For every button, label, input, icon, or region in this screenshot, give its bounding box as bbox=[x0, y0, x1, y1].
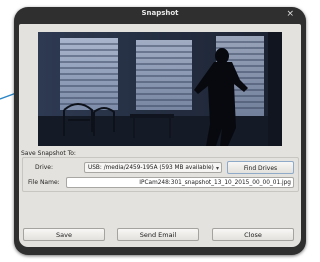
file-name-label: File Name: bbox=[28, 179, 60, 186]
dialog-title: Snapshot bbox=[141, 9, 179, 17]
title-bar[interactable]: Snapshot × bbox=[14, 7, 306, 23]
save-button[interactable]: Save bbox=[23, 228, 105, 241]
drive-label: Drive: bbox=[35, 164, 54, 171]
save-snapshot-heading: Save Snapshot To: bbox=[21, 150, 76, 157]
file-name-input[interactable]: IPCam248:301_snapshot_13_10_2015_00_00_0… bbox=[66, 177, 294, 188]
drive-select-value: USB: /media/2459-195A (593 MB available) bbox=[88, 165, 214, 171]
find-drives-button[interactable]: Find Drives bbox=[227, 161, 294, 174]
drive-select[interactable]: USB: /media/2459-195A (593 MB available)… bbox=[84, 162, 222, 173]
snapshot-preview-image bbox=[38, 32, 282, 146]
dialog-body: Save Snapshot To: Drive: USB: /media/245… bbox=[19, 24, 301, 247]
snapshot-dialog: Snapshot × Save Snapshot To: Drive: USB:… bbox=[14, 7, 306, 255]
send-email-button[interactable]: Send Email bbox=[117, 228, 199, 241]
save-options-group: Drive: USB: /media/2459-195A (593 MB ava… bbox=[22, 157, 299, 192]
chevron-down-icon: ▾ bbox=[215, 165, 219, 172]
close-button[interactable]: Close bbox=[212, 228, 294, 241]
close-icon[interactable]: × bbox=[286, 8, 294, 20]
